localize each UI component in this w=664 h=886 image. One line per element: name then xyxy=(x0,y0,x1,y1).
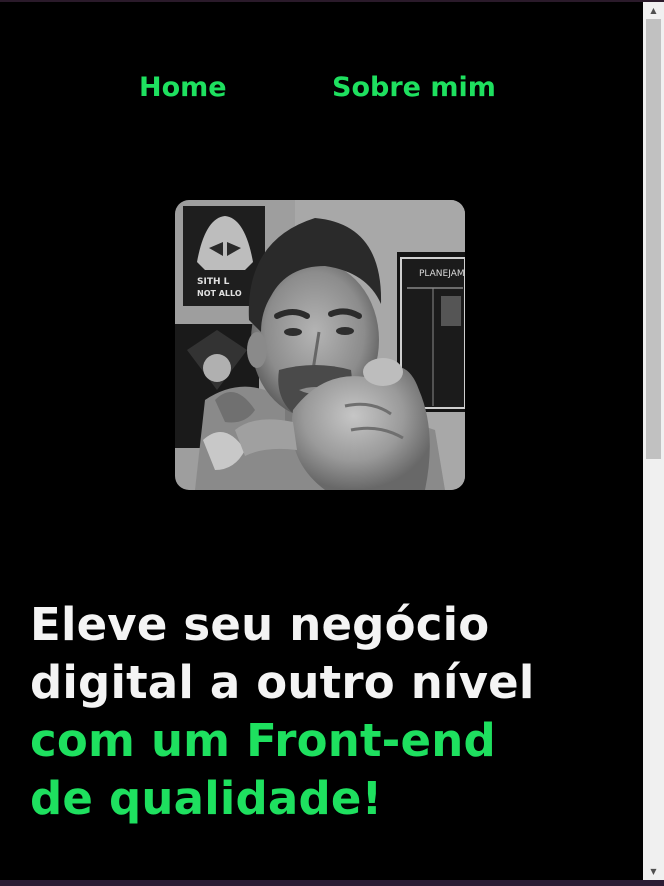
vertical-scrollbar[interactable]: ▲ ▼ xyxy=(643,2,664,880)
browser-frame: Home Sobre mim SITH L NOT ALLO PLANEJAM … xyxy=(0,0,664,886)
page-viewport: Home Sobre mim SITH L NOT ALLO PLANEJAM … xyxy=(0,2,643,880)
poster-text-1: SITH L xyxy=(197,277,230,287)
headline-line-3: com um Front-end xyxy=(30,714,496,767)
poster-text-2: NOT ALLO xyxy=(197,289,242,298)
scrollbar-thumb[interactable] xyxy=(646,19,661,459)
main-nav: Home Sobre mim xyxy=(0,70,643,106)
triangle-up-icon[interactable]: ▲ xyxy=(643,2,664,19)
nav-link-about[interactable]: Sobre mim xyxy=(332,70,496,106)
headline-line-2: digital a outro nível xyxy=(30,656,535,709)
headline-line-4: de qualidade! xyxy=(30,772,383,825)
bottom-border xyxy=(0,880,664,886)
nav-link-home[interactable]: Home xyxy=(139,70,227,106)
board-text: PLANEJAM xyxy=(419,269,465,279)
triangle-down-icon[interactable]: ▼ xyxy=(643,863,664,880)
profile-photo: SITH L NOT ALLO PLANEJAM xyxy=(175,200,465,490)
hero-headline: Eleve seu negócio digital a outro nível … xyxy=(30,596,630,828)
headline-line-1: Eleve seu negócio xyxy=(30,598,490,651)
